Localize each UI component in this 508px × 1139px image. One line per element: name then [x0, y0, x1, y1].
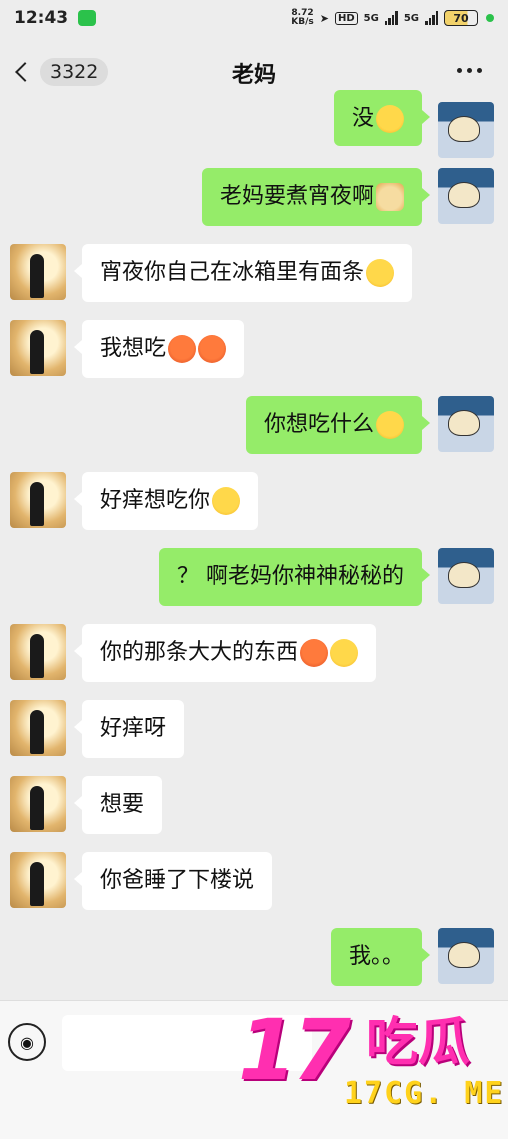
dot-icon — [477, 68, 482, 73]
message-text: 我想吃 — [100, 336, 167, 361]
chat-title: 老妈 — [231, 63, 276, 88]
signal-icon-2 — [425, 11, 438, 25]
message-text: 好痒想吃你 — [100, 488, 211, 513]
back-button[interactable]: 3322 — [14, 58, 109, 86]
message-bubble[interactable]: 宵夜你自己在冰箱里有面条 — [73, 244, 413, 302]
message-bubble[interactable]: 我想吃 — [73, 320, 245, 378]
message-text: 你的那条大大的东西 — [100, 640, 299, 665]
message-text: 想要 — [100, 792, 145, 817]
emoji-hug-icon — [212, 487, 241, 515]
location-icon: ➤ — [319, 11, 329, 25]
message-text: 好痒呀 — [100, 716, 167, 741]
avatar-contact[interactable] — [10, 776, 66, 832]
message-bubble[interactable]: 你的那条大大的东西 — [73, 624, 377, 682]
avatar-self[interactable] — [438, 396, 494, 452]
message-bubble[interactable]: 老妈要煮宵夜啊 — [201, 168, 431, 226]
watermark-url: 17CG. ME — [344, 1076, 505, 1111]
emoji-sly-icon — [330, 639, 359, 667]
message-text: 你想吃什么 — [263, 412, 374, 437]
message-sent: 没 — [333, 90, 494, 158]
message-sent: 老妈要煮宵夜啊 — [201, 168, 494, 226]
voice-input-button[interactable]: ◉ — [8, 1023, 46, 1061]
emoji-angry-icon — [168, 335, 197, 363]
signal-icon-1 — [384, 11, 398, 25]
avatar-self[interactable] — [438, 548, 494, 604]
more-options-button[interactable] — [457, 68, 482, 73]
message-received: 你爸睡了下楼说 — [10, 852, 273, 910]
message-bubble[interactable]: 想要 — [73, 776, 163, 834]
message-bubble[interactable]: ？ 啊老妈你神神秘秘的 — [159, 548, 430, 606]
avatar-contact[interactable] — [10, 320, 66, 376]
message-text: 老妈要煮宵夜啊 — [219, 184, 374, 209]
status-bar: 12:43 8.72 KB/s ➤ HD 5G 5G 70 — [0, 0, 508, 36]
message-bubble[interactable]: 好痒想吃你 — [73, 472, 259, 530]
message-text: 我。。 — [348, 944, 404, 969]
message-received: 你的那条大大的东西 — [10, 624, 377, 682]
watermark-number: 17 — [238, 1001, 351, 1099]
message-sent: 你想吃什么 — [245, 396, 494, 454]
emoji-angry-icon — [300, 639, 329, 667]
message-sent: 我。。 — [330, 928, 494, 986]
watermark-logo: 17 吃瓜 17CG. ME — [238, 1005, 508, 1135]
message-received: 好痒想吃你 — [10, 472, 259, 530]
message-sent: ？ 啊老妈你神神秘秘的 — [159, 548, 494, 606]
battery-icon: 70 — [444, 10, 478, 26]
message-text: 你爸睡了下楼说 — [100, 868, 255, 893]
message-bubble[interactable]: 你想吃什么 — [245, 396, 431, 454]
message-text: 没 — [351, 106, 374, 131]
message-received: 想要 — [10, 776, 163, 834]
unread-count-badge: 3322 — [40, 58, 109, 86]
message-bubble[interactable]: 我。。 — [330, 928, 431, 986]
message-bubble[interactable]: 好痒呀 — [73, 700, 185, 758]
network-type-2: 5G — [403, 12, 419, 24]
wechat-notification-icon — [78, 10, 97, 26]
message-bubble[interactable]: 你爸睡了下楼说 — [73, 852, 273, 910]
privacy-indicator — [486, 14, 494, 22]
status-time: 12:43 — [14, 8, 69, 28]
message-text: 宵夜你自己在冰箱里有面条 — [100, 260, 365, 285]
avatar-contact[interactable] — [10, 852, 66, 908]
emoji-angry-icon — [198, 335, 227, 363]
emoji-hug-icon — [366, 259, 395, 287]
chevron-left-icon — [15, 62, 35, 82]
voice-icon: ◉ — [20, 1032, 34, 1052]
emoji-wink-icon — [376, 105, 404, 133]
avatar-contact[interactable] — [10, 624, 66, 680]
dot-icon — [467, 68, 472, 73]
emoji-laugh-icon — [376, 411, 404, 439]
avatar-self[interactable] — [438, 928, 494, 984]
watermark-chinese: 吃瓜 — [366, 1013, 471, 1073]
avatar-self[interactable] — [438, 168, 494, 224]
avatar-self[interactable] — [438, 102, 494, 158]
avatar-contact[interactable] — [10, 244, 66, 300]
emoji-doge-icon — [376, 183, 404, 211]
message-bubble[interactable]: 没 — [333, 90, 431, 146]
message-text: ？ 啊老妈你神神秘秘的 — [177, 564, 404, 589]
dot-icon — [457, 68, 462, 73]
message-received: 我想吃 — [10, 320, 245, 378]
avatar-contact[interactable] — [10, 472, 66, 528]
avatar-contact[interactable] — [10, 700, 66, 756]
hd-badge: HD — [334, 11, 358, 25]
message-received: 好痒呀 — [10, 700, 185, 758]
message-received: 宵夜你自己在冰箱里有面条 — [10, 244, 413, 302]
network-type-1: 5G — [363, 12, 379, 24]
network-speed: 8.72 KB/s — [291, 8, 314, 27]
status-indicators: 8.72 KB/s ➤ HD 5G 5G 70 — [291, 9, 494, 27]
